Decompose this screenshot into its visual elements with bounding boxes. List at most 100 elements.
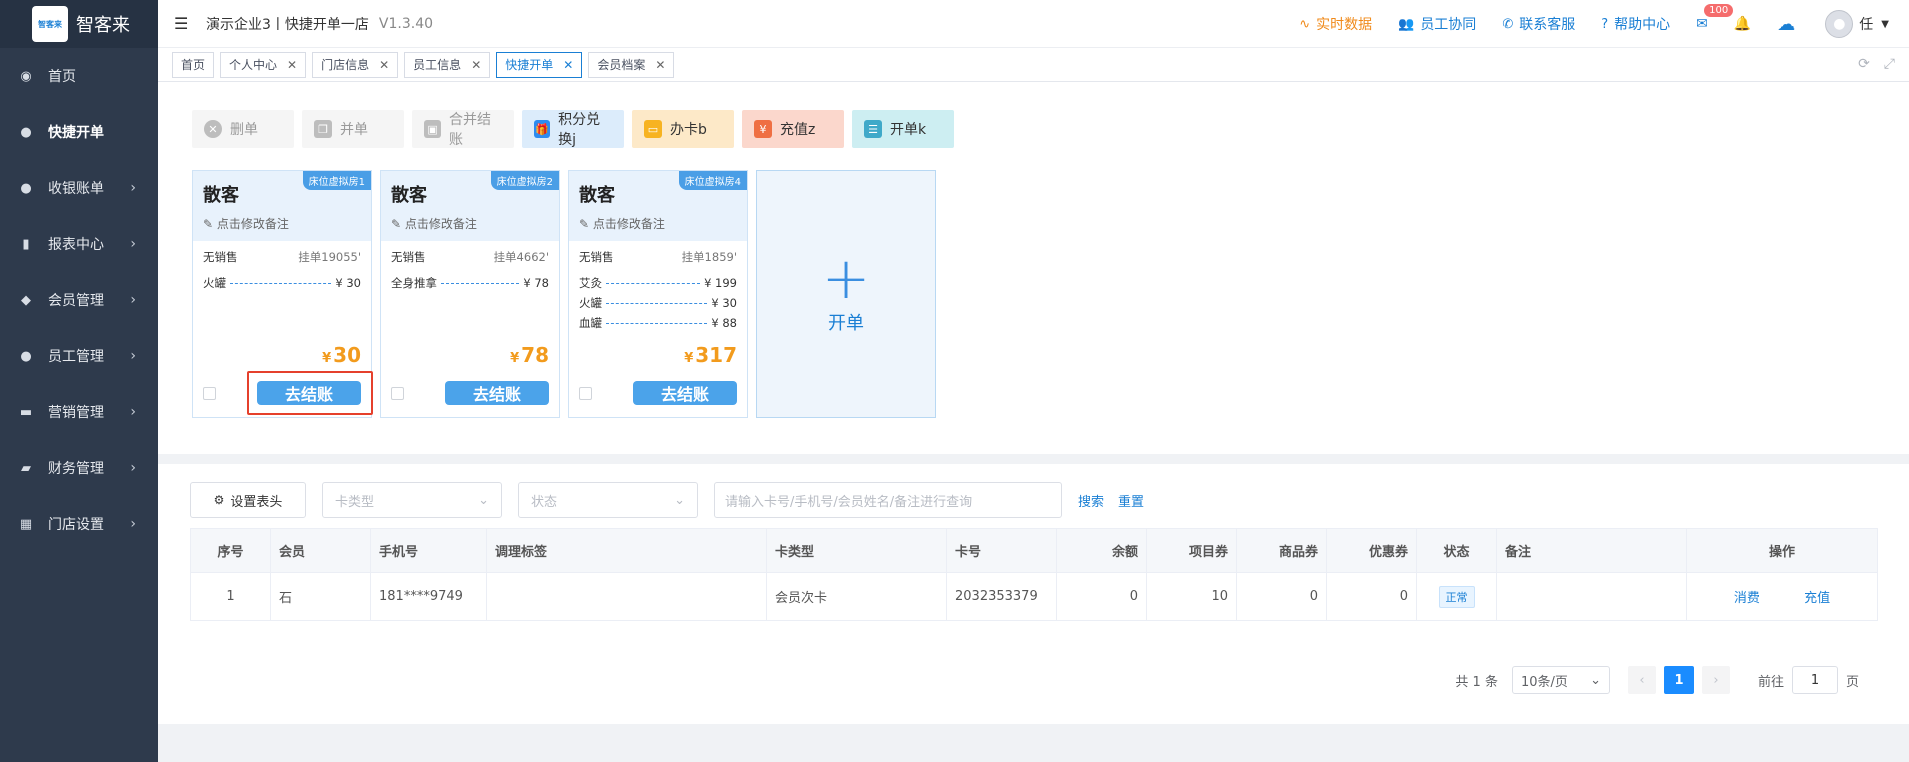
page-unit: 页: [1845, 674, 1859, 690]
edit-note-link[interactable]: ✎ 点击修改备注: [391, 215, 549, 232]
page-title: 演示企业3丨快捷开单一店: [206, 16, 369, 33]
tab-staff-info[interactable]: 员工信息 ✕: [404, 51, 491, 78]
checkout-button[interactable]: 去结账: [633, 381, 737, 405]
sidebar-item-marketing[interactable]: ▬ 营销管理 ›: [0, 384, 158, 440]
status-select[interactable]: 状态 ⌄: [518, 482, 698, 518]
mail-badge: 100: [1704, 4, 1734, 17]
points-exchange-button[interactable]: 🎁 积分兑换j: [522, 110, 624, 148]
member-table: 序号 会员 手机号 调理标签 卡类型 卡号 余额 项目券 商品券 优惠券 状态 …: [190, 528, 1878, 621]
tab-quick-order[interactable]: 快捷开单 ✕: [496, 51, 583, 78]
status-badge: 正常: [1438, 585, 1475, 608]
recharge-link[interactable]: 充值: [1804, 591, 1830, 606]
merge-order-button[interactable]: ❐ 并单: [302, 110, 404, 148]
reset-button[interactable]: 重置: [1118, 491, 1144, 510]
wallet-icon: ▣: [424, 120, 442, 138]
contact-support-link[interactable]: ✆ 联系客服: [1502, 14, 1575, 34]
sidebar-item-finance[interactable]: ▰ 财务管理 ›: [0, 440, 158, 496]
order-card[interactable]: 床位虚拟房4 散客 ✎ 点击修改备注 无销售 挂单1859' 艾灸 ¥ 199: [568, 170, 748, 418]
user-name[interactable]: 任: [1859, 14, 1873, 34]
close-icon[interactable]: ✕: [379, 58, 389, 72]
tab-store-info[interactable]: 门店信息 ✕: [312, 51, 399, 78]
hang-duration: 挂单19055': [298, 250, 361, 264]
chevron-right-icon: ›: [130, 236, 136, 252]
seller-label: 无销售: [579, 250, 614, 264]
page-number[interactable]: 1: [1663, 666, 1694, 694]
consume-link[interactable]: 消费: [1734, 591, 1760, 606]
open-order-button[interactable]: ☰ 开单k: [852, 110, 954, 148]
mail-button[interactable]: ✉ 100: [1696, 4, 1734, 32]
briefcase-icon: ▬: [19, 404, 33, 420]
caret-down-icon[interactable]: ▼: [1881, 19, 1889, 30]
recharge-button[interactable]: ¥ 充值z: [742, 110, 844, 148]
close-icon[interactable]: ✕: [563, 58, 573, 72]
next-page-button[interactable]: ›: [1701, 666, 1730, 694]
refresh-icon[interactable]: ⟳: [1858, 56, 1870, 72]
checkout-button[interactable]: 去结账: [445, 381, 549, 405]
realtime-data-link[interactable]: ∿ 实时数据: [1299, 14, 1372, 34]
sidebar-item-home[interactable]: ◉ 首页: [0, 48, 158, 104]
new-order-card[interactable]: + 开单: [756, 170, 936, 418]
sidebar-item-members[interactable]: ◆ 会员管理 ›: [0, 272, 158, 328]
service-line: 全身推拿 ¥ 78: [391, 276, 549, 290]
chevron-down-icon: ⌄: [674, 492, 685, 508]
chevron-down-icon: ⌄: [478, 492, 489, 508]
dashboard-icon: ◉: [20, 68, 32, 84]
order-card[interactable]: 床位虚拟房1 散客 ✎ 点击修改备注 无销售 挂单19055' 火罐 ¥ 30: [192, 170, 373, 418]
service-line: 火罐 ¥ 30: [579, 296, 737, 310]
checkout-button[interactable]: 去结账: [257, 381, 361, 405]
staff-collab-link[interactable]: 👥 员工协同: [1398, 14, 1476, 34]
settings-header-button[interactable]: ⚙ 设置表头: [190, 482, 306, 518]
sidebar-item-label: 营销管理: [48, 405, 104, 421]
sidebar-item-staff[interactable]: ● 员工管理 ›: [0, 328, 158, 384]
sidebar-item-quick-order[interactable]: ● 快捷开单: [0, 104, 158, 160]
service-line: 血罐 ¥ 88: [579, 316, 737, 330]
merge-icon: ❐: [314, 120, 332, 138]
open-card-button[interactable]: ▭ 办卡b: [632, 110, 734, 148]
order-card[interactable]: 床位虚拟房2 散客 ✎ 点击修改备注 无销售 挂单4662' 全身推拿 ¥ 78: [380, 170, 560, 418]
sidebar-item-label: 快捷开单: [48, 125, 104, 141]
prev-page-button[interactable]: ‹: [1627, 666, 1656, 694]
help-center-link[interactable]: ? 帮助中心: [1601, 14, 1670, 34]
chevron-right-icon: ›: [130, 460, 136, 476]
avatar[interactable]: ●: [1825, 10, 1854, 38]
total-count: 共 1 条: [1455, 674, 1498, 690]
chevron-right-icon: ›: [130, 348, 136, 364]
merge-checkout-button[interactable]: ▣ 合并结账: [412, 110, 514, 148]
chevron-right-icon: ›: [130, 292, 136, 308]
order-panel: ✕ 删单 ❐ 并单 ▣ 合并结账 🎁 积分兑换j ▭ 办卡b ¥ 充值z ☰ 开…: [158, 82, 1909, 454]
order-total: ¥30: [322, 343, 361, 367]
edit-note-link[interactable]: ✎ 点击修改备注: [203, 215, 361, 232]
close-icon[interactable]: ✕: [287, 58, 297, 72]
grid-icon: ▦: [19, 516, 33, 532]
tab-member-records[interactable]: 会员档案 ✕: [588, 51, 675, 78]
fullscreen-icon[interactable]: ⤢: [1884, 56, 1895, 72]
delete-order-button[interactable]: ✕ 删单: [192, 110, 294, 148]
select-checkbox[interactable]: [203, 386, 216, 400]
notification-bell-icon[interactable]: 🔔: [1734, 16, 1751, 32]
search-input[interactable]: 请输入卡号/手机号/会员姓名/备注进行查询: [714, 482, 1062, 518]
close-icon[interactable]: ✕: [655, 58, 665, 72]
logo[interactable]: 智客来 智客来: [0, 0, 158, 48]
delete-icon: ✕: [204, 120, 222, 138]
phone-icon: ✆: [1502, 16, 1514, 32]
menu-toggle-icon[interactable]: ☰: [174, 14, 192, 33]
table-row[interactable]: 1 石 181****9749 会员次卡 2032353379 0 10 0 0…: [190, 572, 1878, 621]
service-line: 艾灸 ¥ 199: [579, 276, 737, 290]
close-icon[interactable]: ✕: [471, 58, 481, 72]
tab-home[interactable]: 首页: [172, 51, 215, 78]
page-size-select[interactable]: 10条/页 ⌄: [1511, 666, 1610, 694]
select-checkbox[interactable]: [579, 386, 592, 400]
sidebar-item-reports[interactable]: ▮ 报表中心 ›: [0, 216, 158, 272]
version-label: V1.3.40: [378, 15, 434, 32]
sidebar-item-store-settings[interactable]: ▦ 门店设置 ›: [0, 496, 158, 552]
goto-page-input[interactable]: 1: [1791, 666, 1838, 694]
money-bag-icon: ●: [20, 180, 32, 196]
cloud-icon[interactable]: ☁: [1777, 14, 1795, 35]
topbar: ☰ 演示企业3丨快捷开单一店 V1.3.40 ∿ 实时数据 👥 员工协同 ✆ 联…: [158, 0, 1909, 48]
select-checkbox[interactable]: [391, 386, 404, 400]
sidebar-item-cashier-bills[interactable]: ● 收银账单 ›: [0, 160, 158, 216]
tab-profile[interactable]: 个人中心 ✕: [220, 51, 307, 78]
edit-note-link[interactable]: ✎ 点击修改备注: [579, 215, 737, 232]
search-button[interactable]: 搜索: [1078, 491, 1104, 510]
card-type-select[interactable]: 卡类型 ⌄: [322, 482, 502, 518]
